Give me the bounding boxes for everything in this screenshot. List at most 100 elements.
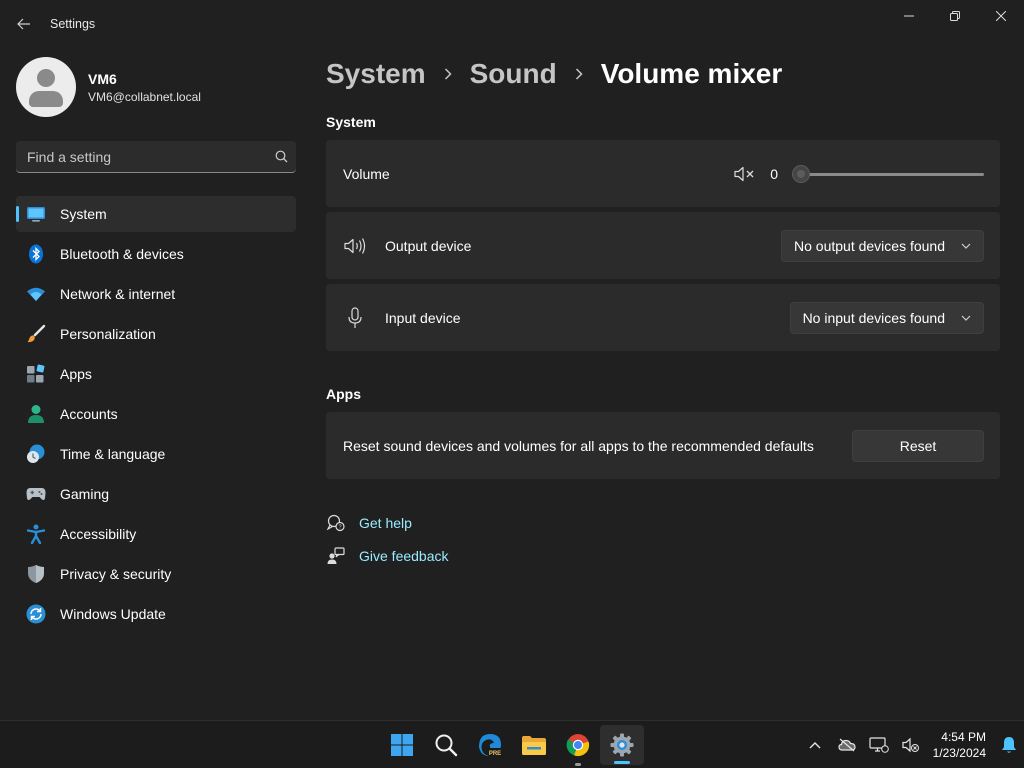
profile-email: VM6@collabnet.local bbox=[88, 89, 201, 104]
sidebar-item-label: Apps bbox=[60, 366, 92, 382]
accounts-icon bbox=[26, 404, 46, 424]
speaker-icon bbox=[343, 237, 367, 255]
output-device-label: Output device bbox=[385, 237, 472, 254]
clock-date: 1/23/2024 bbox=[932, 746, 986, 760]
taskbar-settings[interactable] bbox=[600, 725, 644, 765]
network-tray-button[interactable] bbox=[863, 721, 895, 768]
sidebar-item-accounts[interactable]: Accounts bbox=[16, 396, 296, 432]
sidebar-item-time-language[interactable]: Time & language bbox=[16, 436, 296, 472]
onedrive-tray-button[interactable] bbox=[831, 721, 863, 768]
give-feedback-text[interactable]: Give feedback bbox=[359, 548, 449, 564]
feedback-icon bbox=[326, 547, 346, 565]
breadcrumb-sound[interactable]: Sound bbox=[470, 58, 557, 90]
volume-label: Volume bbox=[343, 165, 390, 182]
sidebar: VM6 VM6@collabnet.local System Bluetooth… bbox=[0, 48, 312, 720]
sidebar-item-label: Network & internet bbox=[60, 286, 176, 302]
sidebar-item-system[interactable]: System bbox=[16, 196, 296, 232]
sidebar-item-accessibility[interactable]: Accessibility bbox=[16, 516, 296, 552]
output-device-dropdown[interactable]: No output devices found bbox=[781, 229, 984, 262]
sidebar-item-label: Bluetooth & devices bbox=[60, 246, 184, 262]
update-icon bbox=[26, 604, 46, 624]
sidebar-item-gaming[interactable]: Gaming bbox=[16, 476, 296, 512]
taskbar-search-button[interactable] bbox=[424, 721, 468, 768]
nav-list: System Bluetooth & devices Network & int… bbox=[16, 196, 296, 636]
get-help-link[interactable]: ? Get help bbox=[326, 514, 412, 532]
speaker-muted-icon[interactable] bbox=[734, 166, 756, 182]
sidebar-item-label: Windows Update bbox=[60, 606, 166, 622]
sidebar-item-personalization[interactable]: Personalization bbox=[16, 316, 296, 352]
close-button[interactable] bbox=[978, 0, 1024, 32]
restore-icon bbox=[950, 11, 960, 21]
sidebar-item-label: Time & language bbox=[60, 446, 166, 462]
main-content: System Sound Volume mixer System Volume … bbox=[326, 48, 1000, 720]
sidebar-item-label: System bbox=[60, 206, 107, 222]
apps-icon bbox=[26, 364, 46, 384]
search-input[interactable] bbox=[27, 148, 266, 165]
sidebar-item-label: Accounts bbox=[60, 406, 118, 422]
reset-card: Reset sound devices and volumes for all … bbox=[326, 412, 1000, 479]
sidebar-item-privacy[interactable]: Privacy & security bbox=[16, 556, 296, 592]
reset-button[interactable]: Reset bbox=[852, 429, 984, 462]
speaker-muted-icon bbox=[902, 737, 919, 753]
output-device-value: No output devices found bbox=[794, 237, 945, 254]
back-button[interactable] bbox=[10, 10, 38, 38]
search-icon[interactable] bbox=[266, 150, 296, 163]
bell-icon bbox=[1002, 737, 1016, 753]
chrome-icon bbox=[566, 734, 590, 757]
sidebar-item-label: Accessibility bbox=[60, 526, 137, 542]
windows-logo-icon bbox=[391, 734, 413, 756]
show-hidden-icons-button[interactable] bbox=[799, 721, 831, 768]
taskbar-file-explorer[interactable] bbox=[512, 721, 556, 768]
window-controls bbox=[886, 0, 1024, 32]
minimize-button[interactable] bbox=[886, 0, 932, 32]
sidebar-item-windows-update[interactable]: Windows Update bbox=[16, 596, 296, 632]
taskbar: PRE 4:54 PM 1/23/2024 bbox=[0, 720, 1024, 768]
profile-name: VM6 bbox=[88, 70, 117, 87]
search-icon bbox=[435, 734, 458, 757]
volume-value: 0 bbox=[770, 165, 778, 182]
page-title: Volume mixer bbox=[600, 58, 783, 89]
give-feedback-link[interactable]: Give feedback bbox=[326, 547, 449, 565]
edge-preview-icon: PRE bbox=[479, 734, 502, 757]
volume-slider-thumb[interactable] bbox=[792, 164, 810, 183]
notifications-button[interactable] bbox=[994, 721, 1024, 768]
reset-description: Reset sound devices and volumes for all … bbox=[343, 437, 814, 454]
volume-slider[interactable] bbox=[792, 164, 984, 184]
chevron-down-icon bbox=[961, 243, 971, 249]
minimize-icon bbox=[904, 15, 914, 17]
volume-tray-button[interactable] bbox=[895, 721, 927, 768]
apps-section-title: Apps bbox=[326, 386, 361, 402]
chevron-up-icon bbox=[809, 742, 821, 749]
get-help-text[interactable]: Get help bbox=[359, 515, 412, 531]
title-bar: Settings bbox=[0, 0, 1024, 48]
folder-icon bbox=[522, 736, 546, 755]
help-chat-icon: ? bbox=[326, 514, 346, 532]
breadcrumb: System Sound Volume mixer bbox=[326, 58, 782, 90]
taskbar-clock[interactable]: 4:54 PM 1/23/2024 bbox=[933, 729, 986, 761]
clock-globe-icon bbox=[26, 444, 46, 464]
input-device-dropdown[interactable]: No input devices found bbox=[789, 301, 984, 334]
restore-button[interactable] bbox=[932, 0, 978, 32]
taskbar-chrome[interactable] bbox=[556, 721, 600, 768]
bluetooth-icon bbox=[26, 244, 46, 264]
sidebar-item-bluetooth[interactable]: Bluetooth & devices bbox=[16, 236, 296, 272]
volume-card: Volume 0 bbox=[326, 140, 1000, 207]
shield-icon bbox=[26, 564, 46, 584]
chevron-down-icon bbox=[961, 315, 971, 321]
accessibility-icon bbox=[26, 524, 46, 544]
sidebar-item-label: Gaming bbox=[60, 486, 110, 502]
system-tray: 4:54 PM 1/23/2024 bbox=[799, 721, 1024, 768]
input-device-label: Input device bbox=[385, 309, 461, 326]
sidebar-item-apps[interactable]: Apps bbox=[16, 356, 296, 392]
sidebar-item-label: Personalization bbox=[60, 326, 156, 342]
search-box[interactable] bbox=[16, 141, 296, 173]
breadcrumb-system[interactable]: System bbox=[326, 58, 426, 90]
taskbar-edge-preview[interactable]: PRE bbox=[468, 721, 512, 768]
cloud-offline-icon bbox=[838, 738, 856, 752]
user-profile[interactable]: VM6 VM6@collabnet.local bbox=[16, 57, 201, 117]
sidebar-item-network[interactable]: Network & internet bbox=[16, 276, 296, 312]
active-indicator bbox=[614, 761, 630, 764]
start-button[interactable] bbox=[380, 721, 424, 768]
taskbar-apps: PRE bbox=[380, 721, 644, 768]
input-device-value: No input devices found bbox=[802, 309, 945, 326]
